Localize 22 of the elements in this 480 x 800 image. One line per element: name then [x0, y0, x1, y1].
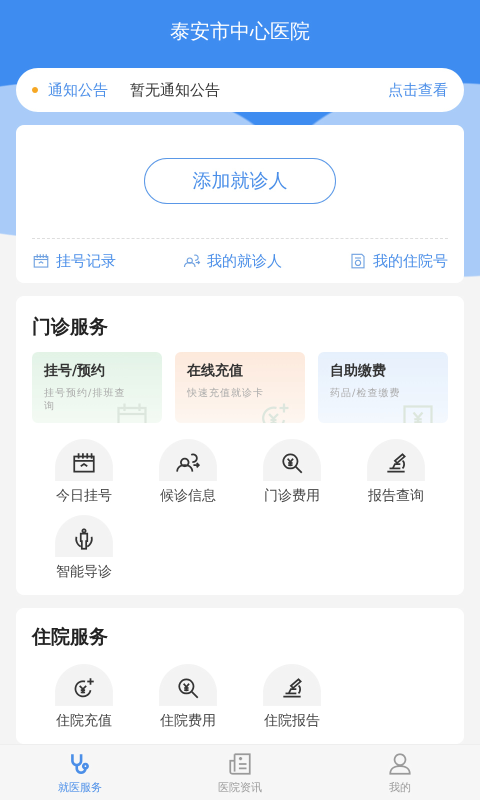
service-tile[interactable]: 自助缴费 药品/检查缴费	[318, 352, 448, 423]
section-title: 住院服务	[32, 625, 109, 650]
service-label[interactable]: 智能导诊	[56, 563, 112, 581]
page-title: 泰安市中心医院	[170, 18, 310, 44]
service-label[interactable]: 候诊信息	[160, 487, 216, 505]
notice-label: 通知公告	[48, 80, 108, 100]
service-label[interactable]: 住院报告	[264, 712, 320, 730]
notice-dot-icon	[32, 87, 38, 93]
service-label[interactable]: 住院费用	[160, 712, 216, 730]
tab-icon	[227, 750, 253, 776]
link-icon	[32, 252, 50, 270]
service-tile[interactable]: 挂号/预约 挂号预约/排班查询	[32, 352, 162, 423]
service-label[interactable]: 门诊费用	[264, 487, 320, 505]
section-title: 门诊服务	[32, 315, 109, 340]
service-label[interactable]: 报告查询	[368, 487, 424, 505]
service-tile[interactable]: 在线充值 快速充值就诊卡	[175, 352, 305, 423]
link-icon	[183, 252, 201, 270]
service-label[interactable]: 住院充值	[56, 712, 112, 730]
tab-icon	[387, 750, 413, 776]
service-label[interactable]: 今日挂号	[56, 487, 112, 505]
link-icon	[349, 252, 367, 270]
notice-text: 暂无通知公告	[130, 80, 221, 100]
